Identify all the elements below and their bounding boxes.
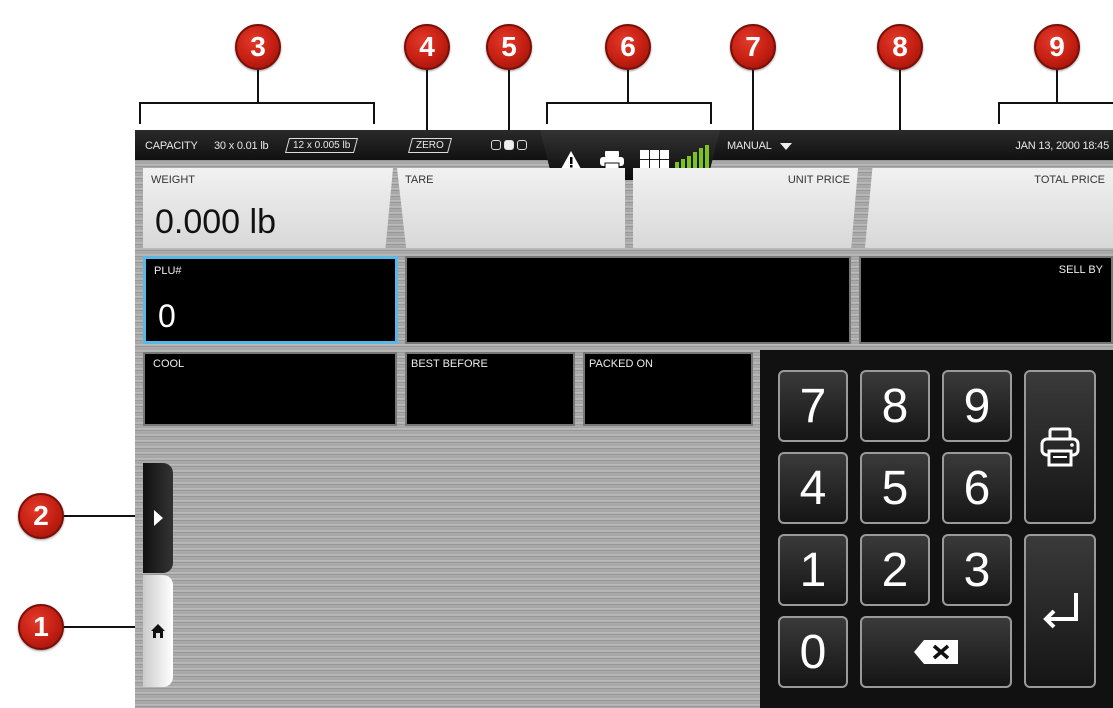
packed-on-label: PACKED ON [589, 358, 653, 370]
plu-label: PLU# [154, 265, 182, 277]
product-name-field[interactable] [405, 256, 851, 344]
backspace-button[interactable] [860, 616, 1012, 688]
unit-price-label: UNIT PRICE [787, 174, 850, 186]
key-1[interactable]: 1 [778, 534, 848, 606]
key-5[interactable]: 5 [860, 452, 930, 524]
printer-icon [1040, 427, 1080, 467]
annotated-screenshot: 3 4 5 6 7 8 9 2 1 CAPACITY 30 x 0.01 lb … [0, 0, 1113, 708]
callout-6-bracket [546, 102, 712, 124]
expand-panel-tab[interactable] [143, 463, 173, 573]
sell-by-field[interactable]: SELL BY [859, 256, 1113, 344]
packed-on-field[interactable]: PACKED ON [583, 352, 753, 426]
plu-field[interactable]: PLU# 0 [143, 256, 398, 344]
key-6[interactable]: 6 [942, 452, 1012, 524]
callout-5-leader [508, 70, 510, 130]
range-indicator-2 [504, 140, 514, 150]
date-time: JAN 13, 2000 18:45 [1015, 140, 1109, 152]
callout-4-leader [426, 70, 428, 130]
callout-8: 8 [877, 24, 923, 70]
chevron-down-icon [780, 142, 793, 150]
range-indicator-3 [517, 140, 527, 150]
capacity-range-1: 30 x 0.01 lb [214, 140, 269, 152]
total-price-field: TOTAL PRICE [865, 168, 1113, 248]
callout-6: 6 [605, 24, 651, 70]
key-9[interactable]: 9 [942, 370, 1012, 442]
callout-8-leader [899, 70, 901, 130]
unit-price-field[interactable]: UNIT PRICE [633, 168, 858, 248]
callout-9-leader [1056, 70, 1058, 103]
key-3[interactable]: 3 [942, 534, 1012, 606]
total-price-label: TOTAL PRICE [1034, 174, 1105, 186]
range-indicator-1 [491, 140, 501, 150]
printer-icon [600, 151, 624, 170]
callout-3-leader [257, 70, 259, 103]
cool-label: COOL [153, 358, 185, 370]
scale-screen: CAPACITY 30 x 0.01 lb 12 x 0.005 lb ZERO… [135, 130, 1113, 708]
cool-field[interactable]: COOL [143, 352, 397, 426]
callout-7: 7 [730, 24, 776, 70]
key-4[interactable]: 4 [778, 452, 848, 524]
key-7[interactable]: 7 [778, 370, 848, 442]
capacity-range-2: 12 x 0.005 lb [284, 138, 359, 153]
callout-5: 5 [486, 24, 532, 70]
enter-icon [1043, 593, 1078, 629]
mode-selector[interactable]: MANUAL [727, 140, 793, 152]
numeric-keypad: 7 8 9 4 5 6 1 2 3 0 [760, 350, 1113, 708]
best-before-field[interactable]: BEST BEFORE [405, 352, 575, 426]
plu-value: 0 [158, 298, 176, 334]
callout-6-leader [627, 70, 629, 103]
callout-7-leader [752, 70, 754, 130]
signal-icon [675, 145, 709, 169]
print-button[interactable] [1024, 370, 1096, 524]
callout-1: 1 [18, 604, 64, 650]
callout-2: 2 [18, 493, 64, 539]
callout-9: 9 [1034, 24, 1080, 70]
backspace-icon [914, 640, 958, 664]
best-before-label: BEST BEFORE [411, 358, 488, 370]
home-icon [151, 624, 165, 638]
callout-3: 3 [235, 24, 281, 70]
warning-icon [561, 151, 581, 169]
tare-label: TARE [405, 174, 434, 186]
weight-value: 0.000 lb [155, 203, 276, 241]
home-tab[interactable] [143, 575, 173, 687]
chevron-right-icon [153, 510, 163, 526]
key-8[interactable]: 8 [860, 370, 930, 442]
callout-3-bracket [139, 102, 375, 124]
weight-field: WEIGHT 0.000 lb [143, 168, 393, 248]
enter-button[interactable] [1024, 534, 1096, 688]
weight-label: WEIGHT [151, 174, 195, 186]
callout-9-bracket [998, 102, 1113, 124]
grid-icon [640, 150, 669, 169]
key-2[interactable]: 2 [860, 534, 930, 606]
tare-field[interactable]: TARE [397, 168, 625, 248]
capacity-label: CAPACITY [145, 140, 198, 152]
zero-indicator: ZERO [407, 138, 452, 153]
sell-by-label: SELL BY [1058, 264, 1103, 276]
key-0[interactable]: 0 [778, 616, 848, 688]
callout-4: 4 [404, 24, 450, 70]
